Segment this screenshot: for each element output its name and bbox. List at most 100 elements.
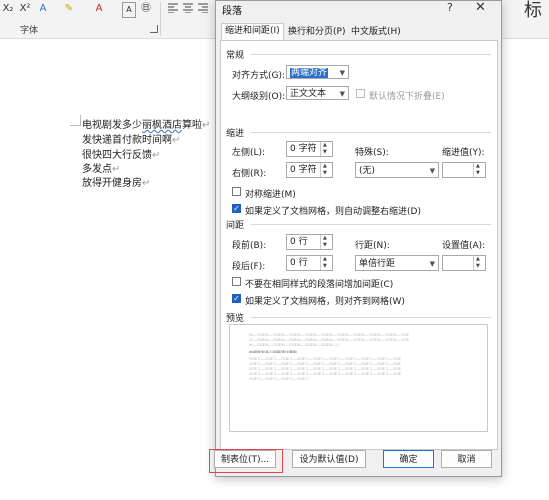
section-divider	[251, 224, 491, 225]
snap-to-grid-label: 如果定义了文档网格，则对齐到网格(W)	[245, 297, 405, 307]
preview-prev-paragraph: 前一段落前一段落前一段落前一段落前一段落前一段落前一段落前一段落前一段落前一段落	[249, 343, 339, 346]
spin-up-icon[interactable]: ▲	[476, 256, 480, 263]
close-icon[interactable]: ✕	[475, 0, 486, 15]
doc-line[interactable]: 很快四大行反馈↵	[82, 146, 160, 161]
ribbon-right-fragment: 标	[524, 0, 542, 21]
paragraph-mark: ↵	[202, 120, 211, 131]
spin-down-icon[interactable]: ▼	[323, 263, 327, 270]
no-space-same-style-label: 不要在相同样式的段落间增加间距(C)	[245, 280, 394, 290]
spacing-at-spinner[interactable]: ▲ ▼	[442, 255, 486, 271]
spin-up-icon[interactable]: ▲	[323, 256, 327, 263]
spin-down-icon[interactable]: ▼	[476, 170, 480, 177]
align-right-icon[interactable]	[198, 3, 208, 16]
spin-up-icon[interactable]: ▲	[323, 163, 327, 170]
superscript-button[interactable]: X²	[18, 2, 32, 16]
help-icon[interactable]: ?	[447, 1, 453, 14]
line-spacing-select[interactable]: 单倍行距 ▼	[355, 255, 439, 271]
spacing-before-value: 0 行	[290, 237, 308, 247]
preview-next-paragraph: 段落下一段落下一段落下一段落下一段落下一段落下一段落下一段落下一段落下一段落	[249, 357, 401, 360]
section-divider	[251, 54, 491, 55]
indent-by-spinner[interactable]: ▲ ▼	[442, 162, 486, 178]
spinner-buttons: ▲ ▼	[473, 256, 485, 270]
highlight-box	[209, 449, 283, 473]
snap-to-grid-checkbox[interactable]: ✓	[232, 294, 241, 303]
ribbon-divider	[160, 2, 161, 36]
collapse-default-label: 默认情况下折叠(E)	[369, 92, 445, 102]
tab-indents-spacing[interactable]: 缩进和间距(I)	[221, 23, 284, 41]
spacing-after-label: 段后(F):	[232, 262, 266, 272]
doc-line[interactable]: 放得开健身房↵	[82, 174, 150, 189]
margin-corner-mark	[70, 115, 81, 126]
doc-line[interactable]: 发快递首付款时间啊↵	[82, 131, 180, 146]
mirror-indents-label: 对称缩进(M)	[245, 190, 296, 200]
spinner-buttons: ▲ ▼	[320, 142, 332, 156]
doc-line-spellcheck-text: 丽枫酒店	[142, 120, 182, 131]
preview-next-paragraph: 段落下一段落下一段落下一段落下一段落下一段落下一段落下一段落下一段落下一段落	[249, 367, 401, 370]
mirror-indents-checkbox[interactable]	[232, 187, 241, 196]
spacing-at-label: 设置值(A):	[442, 241, 486, 251]
paragraph-dialog: 段落 ? ✕ 缩进和间距(I) 换行和分页(P) 中文版式(H) 常规 对齐方式…	[215, 0, 502, 477]
char-border-button[interactable]: A	[122, 2, 136, 18]
spin-down-icon[interactable]: ▼	[323, 149, 327, 156]
phonetic-guide-icon[interactable]: ㊐	[139, 2, 153, 16]
align-left-icon[interactable]	[168, 3, 178, 16]
indent-left-spinner[interactable]: 0 字符 ▲ ▼	[286, 141, 333, 157]
spacing-heading: 间距	[226, 221, 245, 231]
special-indent-value: (无)	[359, 166, 376, 176]
line-spacing-label: 行距(N):	[355, 241, 390, 251]
tab-line-page-breaks[interactable]: 换行和分页(P)	[285, 25, 348, 39]
spin-down-icon[interactable]: ▼	[323, 242, 327, 249]
preview-next-paragraph: 段落下一段落下一段落下一段落下一段落下一段落下一段落下一段落下一段落下一段落	[249, 377, 309, 380]
doc-line-text: 电视剧发多少	[82, 120, 142, 131]
highlight-icon[interactable]: ✎	[62, 2, 76, 16]
spinner-buttons: ▲ ▼	[320, 235, 332, 249]
general-heading: 常规	[226, 51, 245, 61]
special-indent-label: 特殊(S):	[355, 148, 389, 158]
doc-line[interactable]: 多发点↵	[82, 160, 120, 175]
chevron-down-icon: ▼	[339, 69, 345, 77]
alignment-value: 两端对齐	[290, 68, 329, 78]
indent-right-value: 0 字符	[290, 165, 317, 175]
font-group-label: 字体	[20, 26, 39, 36]
spin-down-icon[interactable]: ▼	[323, 170, 327, 177]
auto-adjust-indent-label: 如果定义了文档网格，则自动调整右缩进(D)	[245, 207, 421, 217]
preview-next-paragraph: 段落下一段落下一段落下一段落下一段落下一段落下一段落下一段落下一段落下一段落	[249, 362, 401, 365]
collapse-default-checkbox[interactable]	[356, 89, 365, 98]
spin-up-icon[interactable]: ▲	[323, 142, 327, 149]
indent-right-spinner[interactable]: 0 字符 ▲ ▼	[286, 162, 333, 178]
text-effects-button[interactable]: A	[36, 2, 50, 16]
special-indent-select[interactable]: (无) ▼	[355, 162, 439, 178]
tab-asian-typography[interactable]: 中文版式(H)	[348, 25, 404, 39]
spacing-before-label: 段前(B):	[232, 241, 267, 251]
auto-adjust-indent-checkbox[interactable]: ✓	[232, 204, 241, 213]
doc-line[interactable]: 电视剧发多少丽枫酒店算啦↵	[82, 116, 210, 131]
outline-level-select[interactable]: 正文文本 ▼	[286, 86, 349, 100]
spacing-after-value: 0 行	[290, 258, 308, 268]
set-default-button[interactable]: 设为默认值(D)	[292, 450, 366, 468]
spin-up-icon[interactable]: ▲	[476, 163, 480, 170]
line-spacing-value: 单倍行距	[359, 259, 396, 269]
preview-heading: 预览	[226, 314, 245, 324]
indent-left-value: 0 字符	[290, 144, 317, 154]
no-space-same-style-checkbox[interactable]	[232, 277, 241, 286]
ok-button[interactable]: 确定	[383, 450, 434, 468]
spinner-buttons: ▲ ▼	[320, 163, 332, 177]
spin-down-icon[interactable]: ▼	[476, 263, 480, 270]
dialog-title: 段落	[222, 6, 242, 17]
preview-prev-paragraph: 前一段落前一段落前一段落前一段落前一段落前一段落前一段落前一段落前一段落前一段落	[249, 338, 409, 341]
alignment-label: 对齐方式(G):	[232, 71, 286, 81]
preview-prev-paragraph: 前一段落前一段落前一段落前一段落前一段落前一段落前一段落前一段落前一段落前一段落	[249, 333, 409, 336]
alignment-select[interactable]: 两端对齐 ▼	[286, 65, 349, 79]
paragraph-mark: ↵	[172, 135, 181, 146]
spacing-after-spinner[interactable]: 0 行 ▲ ▼	[286, 255, 333, 271]
cancel-button[interactable]: 取消	[441, 450, 492, 468]
spacing-before-spinner[interactable]: 0 行 ▲ ▼	[286, 234, 333, 250]
spin-up-icon[interactable]: ▲	[323, 235, 327, 242]
align-center-icon[interactable]	[183, 3, 193, 16]
font-dialog-launcher-icon[interactable]	[150, 25, 158, 33]
subscript-button[interactable]: X₂	[1, 2, 15, 16]
spinner-buttons: ▲ ▼	[320, 256, 332, 270]
paragraph-mark: ↵	[152, 150, 161, 161]
doc-line-text: 发快递首付款时间啊	[82, 135, 172, 146]
font-color-button[interactable]: A	[92, 2, 106, 16]
